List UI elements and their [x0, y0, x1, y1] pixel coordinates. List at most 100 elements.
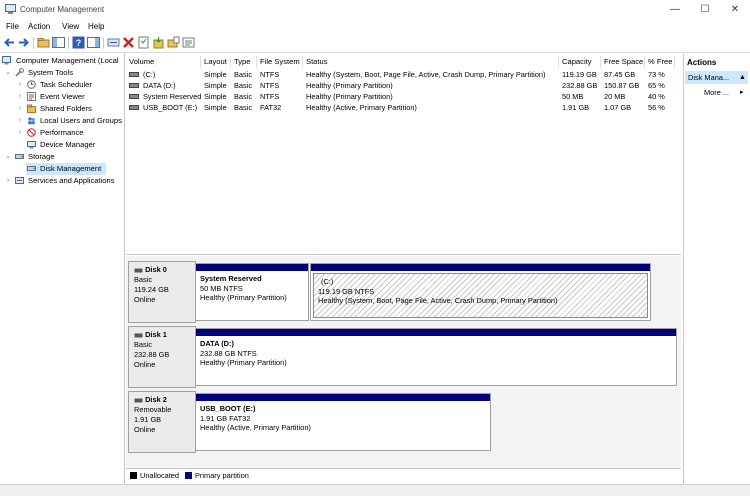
partition-system-reserved[interactable]: System Reserved 50 MB NTFS Healthy (Prim… [195, 263, 309, 321]
table-row[interactable]: System Reserved Simple Basic NTFS Health… [126, 91, 681, 102]
disk-size: 232.88 GB [134, 350, 170, 359]
actions-section-disk-management[interactable]: Disk Mana... ▲ [685, 71, 748, 84]
collapse-arrow-icon[interactable]: ⌄ [4, 151, 12, 163]
menu-view[interactable]: View [62, 22, 79, 31]
column-header-layout[interactable]: Layout [201, 56, 231, 68]
expand-arrow-icon[interactable]: › [16, 79, 24, 91]
expand-arrow-icon[interactable]: › [4, 175, 12, 187]
volume-type: Basic [234, 81, 253, 90]
disk-state: Online [134, 295, 156, 304]
volume-capacity: 232.88 GB [562, 81, 598, 90]
partition-status: Healthy (Active, Primary Partition) [200, 423, 311, 432]
close-button[interactable]: ✕ [720, 0, 750, 20]
tree-label: Storage [28, 152, 55, 161]
table-row[interactable]: USB_BOOT (E:) Simple Basic FAT32 Healthy… [126, 102, 681, 113]
disk-name-text: Disk 0 [145, 265, 167, 274]
device-manager-icon [27, 141, 36, 149]
actions-header: Actions [687, 58, 717, 67]
table-row[interactable]: (C:) Simple Basic NTFS Healthy (System, … [126, 69, 681, 80]
volume-percent-free: 65 % [648, 81, 665, 90]
column-header-type[interactable]: Type [231, 56, 257, 68]
menu-help[interactable]: Help [88, 22, 104, 31]
connect-icon[interactable] [107, 36, 120, 49]
status-bar [0, 484, 750, 496]
volume-capacity: 50 MB [562, 92, 584, 101]
disk-name: Disk 2 [134, 395, 190, 405]
volume-layout: Simple [204, 81, 227, 90]
users-icon [28, 117, 35, 125]
disk-icon [134, 398, 143, 403]
volume-percent-free: 73 % [648, 70, 665, 79]
volume-name: System Reserved [143, 92, 201, 101]
partition-info: System Reserved 50 MB NTFS Healthy (Prim… [196, 271, 308, 306]
column-header-percent-free[interactable]: % Free [645, 56, 675, 68]
shared-folder-icon [27, 104, 36, 113]
help-icon[interactable]: ? [72, 36, 85, 49]
disk-name: Disk 1 [134, 330, 190, 340]
selected-partition-hatch: (C:) 119.19 GB NTFS Healthy (System, Boo… [313, 273, 648, 318]
partition-data-drive[interactable]: DATA (D:) 232.88 GB NTFS Healthy (Primar… [195, 328, 677, 386]
collapse-triangle-icon[interactable]: ▲ [739, 71, 746, 84]
expand-arrow-icon[interactable]: › [16, 127, 24, 139]
properties-icon[interactable] [137, 36, 150, 49]
window-title: Computer Management [20, 5, 105, 14]
delete-icon[interactable] [122, 36, 135, 49]
volume-name: USB_BOOT (E:) [143, 103, 198, 112]
expand-arrow-icon[interactable]: › [16, 91, 24, 103]
folder-icon[interactable] [167, 36, 180, 49]
forward-arrow-icon[interactable] [17, 36, 30, 49]
column-header-status[interactable]: Status [303, 56, 559, 68]
tree-item-disk-management[interactable]: Disk Management [26, 163, 106, 175]
column-header-volume[interactable]: Volume [126, 56, 201, 68]
volume-type: Basic [234, 70, 253, 79]
volume-layout: Simple [204, 92, 227, 101]
rescan-disks-icon[interactable] [152, 36, 165, 49]
volume-free-space: 87.45 GB [604, 70, 636, 79]
volume-icon [129, 83, 139, 88]
volume-status: Healthy (System, Boot, Page File, Active… [306, 70, 546, 79]
event-log-icon [27, 92, 36, 101]
disk-state: Online [134, 425, 156, 434]
column-header-free-space[interactable]: Free Space [601, 56, 645, 68]
disk-0-label[interactable]: Disk 0 Basic 119.24 GB Online [128, 261, 196, 323]
actions-section-label: Disk Mana... [688, 73, 730, 82]
back-arrow-icon[interactable] [3, 36, 16, 49]
tree-label: Services and Applications [28, 176, 115, 185]
disk-type: Basic [134, 275, 153, 284]
volume-name: (C:) [143, 70, 156, 79]
tree-label: Disk Management [40, 164, 102, 173]
performance-icon [27, 128, 36, 137]
partition-usb-boot-drive[interactable]: USB_BOOT (E:) 1.91 GB FAT32 Healthy (Act… [195, 393, 491, 451]
clock-icon [27, 80, 36, 89]
settings-icon[interactable] [182, 36, 195, 49]
up-folder-icon[interactable] [37, 36, 50, 49]
disk-name: Disk 0 [134, 265, 190, 275]
menu-action[interactable]: Action [28, 22, 50, 31]
partition-c-drive[interactable]: (C:) 119.19 GB NTFS Healthy (System, Boo… [310, 263, 651, 321]
primary-partition-bar [196, 329, 676, 336]
disk-state: Online [134, 360, 156, 369]
menu-file[interactable]: File [6, 22, 19, 31]
disk-2-label[interactable]: Disk 2 Removable 1.91 GB Online [128, 391, 196, 453]
toolbar-separator [68, 37, 69, 49]
partition-info: DATA (D:) 232.88 GB NTFS Healthy (Primar… [196, 336, 676, 371]
disk-1-label[interactable]: Disk 1 Basic 232.88 GB Online [128, 326, 196, 388]
tree-label: Computer Management (Local [16, 56, 119, 65]
computer-management-icon [5, 4, 16, 14]
collapse-arrow-icon[interactable]: ⌄ [4, 67, 12, 79]
column-header-file-system[interactable]: File System [257, 56, 303, 68]
show-hide-action-pane-icon[interactable] [87, 36, 100, 49]
show-hide-console-tree-icon[interactable] [52, 36, 65, 49]
table-row[interactable]: DATA (D:) Simple Basic NTFS Healthy (Pri… [126, 80, 681, 91]
storage-icon [15, 154, 24, 159]
tools-icon [15, 68, 24, 77]
minimize-button[interactable]: — [660, 0, 690, 20]
volume-layout: Simple [204, 103, 227, 112]
computer-management-icon [2, 56, 11, 65]
maximize-button[interactable]: ☐ [690, 0, 720, 20]
column-header-capacity[interactable]: Capacity [559, 56, 601, 68]
actions-more-item[interactable]: More ... ▸ [685, 86, 748, 99]
toolbar-separator [33, 37, 34, 49]
expand-arrow-icon[interactable]: › [16, 103, 24, 115]
expand-arrow-icon[interactable]: › [16, 115, 24, 127]
